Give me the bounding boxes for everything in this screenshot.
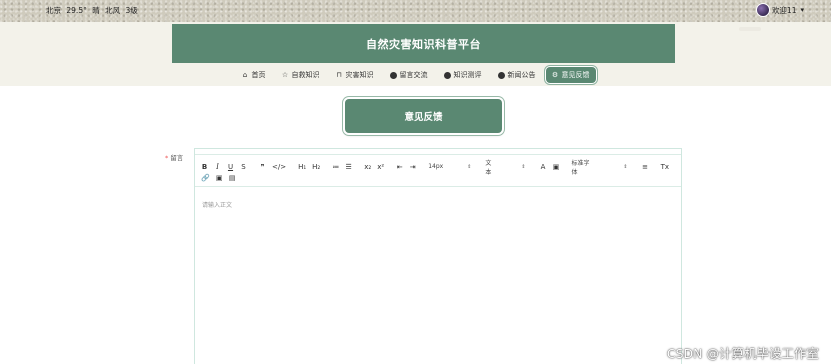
faint-button [739, 27, 761, 31]
background-color-icon[interactable]: ▣ [553, 162, 560, 171]
bullet-list-button[interactable]: ☰ [345, 162, 352, 171]
block-type-value: 文本 [485, 159, 492, 176]
heading2-button[interactable]: H₂ [312, 162, 320, 171]
rich-text-editor[interactable]: B I U S ❞ </> H₁ H₂ ≔ ☰ x₂ x² ⇤ ⇥ 14px ⇕ … [194, 148, 682, 364]
clear-format-icon[interactable]: Tx [661, 162, 669, 171]
chevron-down-icon[interactable]: ▾ [800, 6, 804, 14]
quote-button[interactable]: ❞ [259, 162, 266, 171]
image-icon[interactable]: ▣ [216, 173, 223, 182]
video-icon[interactable]: ▤ [229, 173, 236, 182]
font-family-select[interactable]: 标准字体 ⇕ [572, 158, 628, 176]
site-title: 自然灾害知识科普平台 [366, 37, 481, 51]
block-type-select[interactable]: 文本 ⇕ [485, 158, 525, 176]
nav-label: 自救知识 [291, 71, 320, 79]
page-title-box: 意见反馈 [345, 99, 502, 133]
main-nav: ⌂ 首页 ☆ 自救知识 ⊓ 灾害知识 留言交流 知识测评 新闻公告 ⚙ 意见反馈 [0, 64, 831, 86]
nav-label: 意见反馈 [561, 71, 590, 79]
dot-icon [389, 71, 397, 79]
top-bar: 北京 29.5° 晴 北风 3级 欢迎11 ▾ [0, 0, 831, 22]
font-size-value: 14px [428, 163, 444, 170]
user-greeting[interactable]: 欢迎11 [772, 5, 797, 16]
nav-item-disaster-knowledge[interactable]: ⊓ 灾害知识 [330, 67, 380, 83]
outdent-button[interactable]: ⇤ [396, 162, 403, 171]
superscript-button[interactable]: x² [377, 162, 384, 171]
field-label-text: 留言 [170, 154, 184, 162]
font-family-value: 标准字体 [571, 159, 590, 176]
chevron-updown-icon: ⇕ [623, 163, 628, 170]
csdn-watermark: CSDN @计算机毕设工作室 [666, 346, 819, 361]
chevron-updown-icon: ⇕ [521, 163, 526, 170]
nav-label: 灾害知识 [345, 71, 374, 79]
required-mark: * [165, 154, 169, 162]
dot-icon [443, 71, 451, 79]
nav-label: 知识测评 [453, 71, 482, 79]
gear-icon: ⚙ [551, 70, 559, 79]
underline-button[interactable]: U [227, 162, 234, 171]
user-menu[interactable]: 欢迎11 ▾ [755, 3, 804, 17]
dot-icon [497, 71, 505, 79]
nav-label: 新闻公告 [507, 71, 536, 79]
nav-item-quiz[interactable]: 知识测评 [438, 67, 488, 83]
ordered-list-button[interactable]: ≔ [332, 162, 339, 171]
font-color-icon[interactable]: A [540, 162, 547, 171]
weather-city: 北京 [46, 6, 61, 15]
nav-item-feedback[interactable]: ⚙ 意见反馈 [545, 67, 596, 83]
weather-wind: 北风 [105, 6, 121, 15]
heading1-button[interactable]: H₁ [298, 162, 306, 171]
weather-level: 3级 [125, 6, 138, 15]
chevron-updown-icon: ⇕ [467, 163, 472, 170]
weather-condition: 晴 [92, 6, 100, 15]
align-icon[interactable]: ≡ [642, 162, 649, 171]
nav-item-home[interactable]: ⌂ 首页 [236, 67, 272, 83]
nav-item-messages[interactable]: 留言交流 [384, 67, 434, 83]
italic-button[interactable]: I [214, 162, 221, 171]
weather-temp: 29.5° [66, 6, 87, 15]
nav-item-self-rescue[interactable]: ☆ 自救知识 [276, 67, 326, 83]
editor-top-divider [195, 149, 681, 155]
star-icon: ☆ [281, 70, 289, 79]
editor-toolbar: B I U S ❞ </> H₁ H₂ ≔ ☰ x₂ x² ⇤ ⇥ 14px ⇕ … [195, 157, 681, 187]
code-button[interactable]: </> [272, 162, 286, 171]
editor-placeholder: 请输入正文 [202, 202, 233, 209]
link-icon[interactable]: 🔗 [201, 173, 210, 182]
strike-button[interactable]: S [240, 162, 247, 171]
home-icon: ⌂ [242, 70, 248, 79]
indent-button[interactable]: ⇥ [409, 162, 416, 171]
nav-label: 首页 [251, 71, 266, 79]
nav-label: 留言交流 [399, 71, 428, 79]
font-size-select[interactable]: 14px ⇕ [428, 163, 471, 170]
bag-icon: ⊓ [336, 70, 342, 79]
weather-info: 北京 29.5° 晴 北风 3级 [46, 5, 141, 16]
subscript-button[interactable]: x₂ [364, 162, 371, 171]
page-title: 意见反馈 [404, 112, 443, 123]
avatar[interactable] [755, 3, 770, 17]
toolbar-row-1: B I U S ❞ </> H₁ H₂ ≔ ☰ x₂ x² ⇤ ⇥ 14px ⇕ … [201, 160, 675, 176]
editor-content-area[interactable]: 请输入正文 [195, 187, 681, 364]
bold-button[interactable]: B [201, 162, 208, 171]
site-title-banner: 自然灾害知识科普平台 [172, 24, 675, 63]
message-field-label: * 留言 [165, 152, 183, 162]
nav-item-news[interactable]: 新闻公告 [492, 67, 542, 83]
